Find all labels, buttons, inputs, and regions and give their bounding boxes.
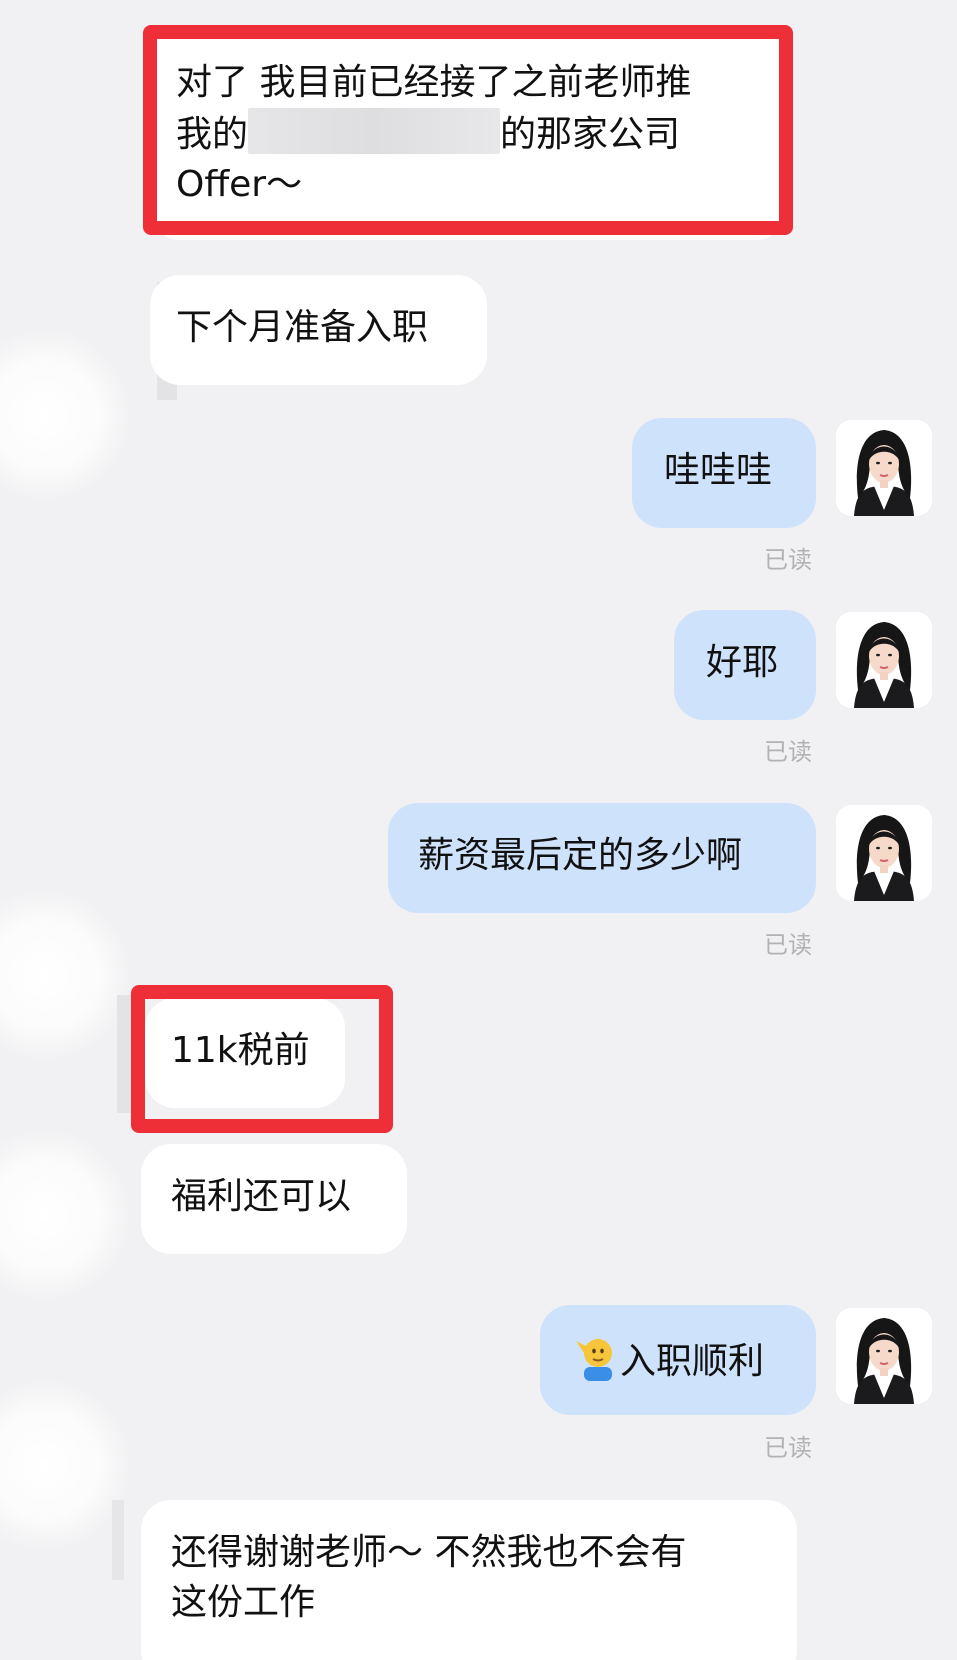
redaction-strip <box>112 1500 124 1580</box>
teacher-avatar-photo[interactable] <box>836 1308 932 1404</box>
outgoing-message-bubble[interactable]: 好耶 <box>674 610 816 720</box>
salute-emoji-icon <box>570 1333 618 1395</box>
red-highlight-box <box>131 985 393 1133</box>
blurred-avatar-shape <box>0 1380 130 1550</box>
teacher-avatar-photo[interactable] <box>836 805 932 901</box>
message-text-line: 还得谢谢老师～ 不然我也不会有 <box>171 1532 687 1573</box>
read-receipt: 已读 <box>764 1434 812 1462</box>
blurred-avatar-shape <box>0 1130 130 1300</box>
outgoing-message-bubble[interactable]: 薪资最后定的多少啊 <box>388 803 816 913</box>
redaction-strip <box>117 995 131 1113</box>
message-text: 福利还可以 <box>171 1176 352 1217</box>
red-highlight-box <box>143 25 793 235</box>
message-text: 薪资最后定的多少啊 <box>418 835 743 876</box>
message-text-line: 这份工作 <box>171 1582 316 1623</box>
message-text: 入职顺利 <box>620 1341 765 1382</box>
incoming-message-bubble[interactable]: 还得谢谢老师～ 不然我也不会有 这份工作 <box>141 1500 797 1660</box>
incoming-message-bubble[interactable]: 福利还可以 <box>141 1144 407 1254</box>
blurred-avatar-shape <box>0 890 130 1060</box>
message-text: 哇哇哇 <box>664 450 773 491</box>
read-receipt: 已读 <box>764 738 812 766</box>
teacher-avatar-photo[interactable] <box>836 420 932 516</box>
incoming-message-bubble[interactable]: 下个月准备入职 <box>150 275 487 385</box>
outgoing-message-bubble[interactable]: 入职顺利 <box>540 1305 816 1415</box>
message-text: 好耶 <box>706 642 779 683</box>
read-receipt: 已读 <box>764 546 812 574</box>
message-text: 下个月准备入职 <box>176 307 429 348</box>
read-receipt: 已读 <box>764 931 812 959</box>
teacher-avatar-photo[interactable] <box>836 612 932 708</box>
outgoing-message-bubble[interactable]: 哇哇哇 <box>632 418 816 528</box>
blurred-avatar-shape <box>0 330 130 500</box>
chat-screen: 对了 我目前已经接了之前老师推 我的 的那家公司 Offer～ 下个月准备入职 哇… <box>0 0 957 1660</box>
